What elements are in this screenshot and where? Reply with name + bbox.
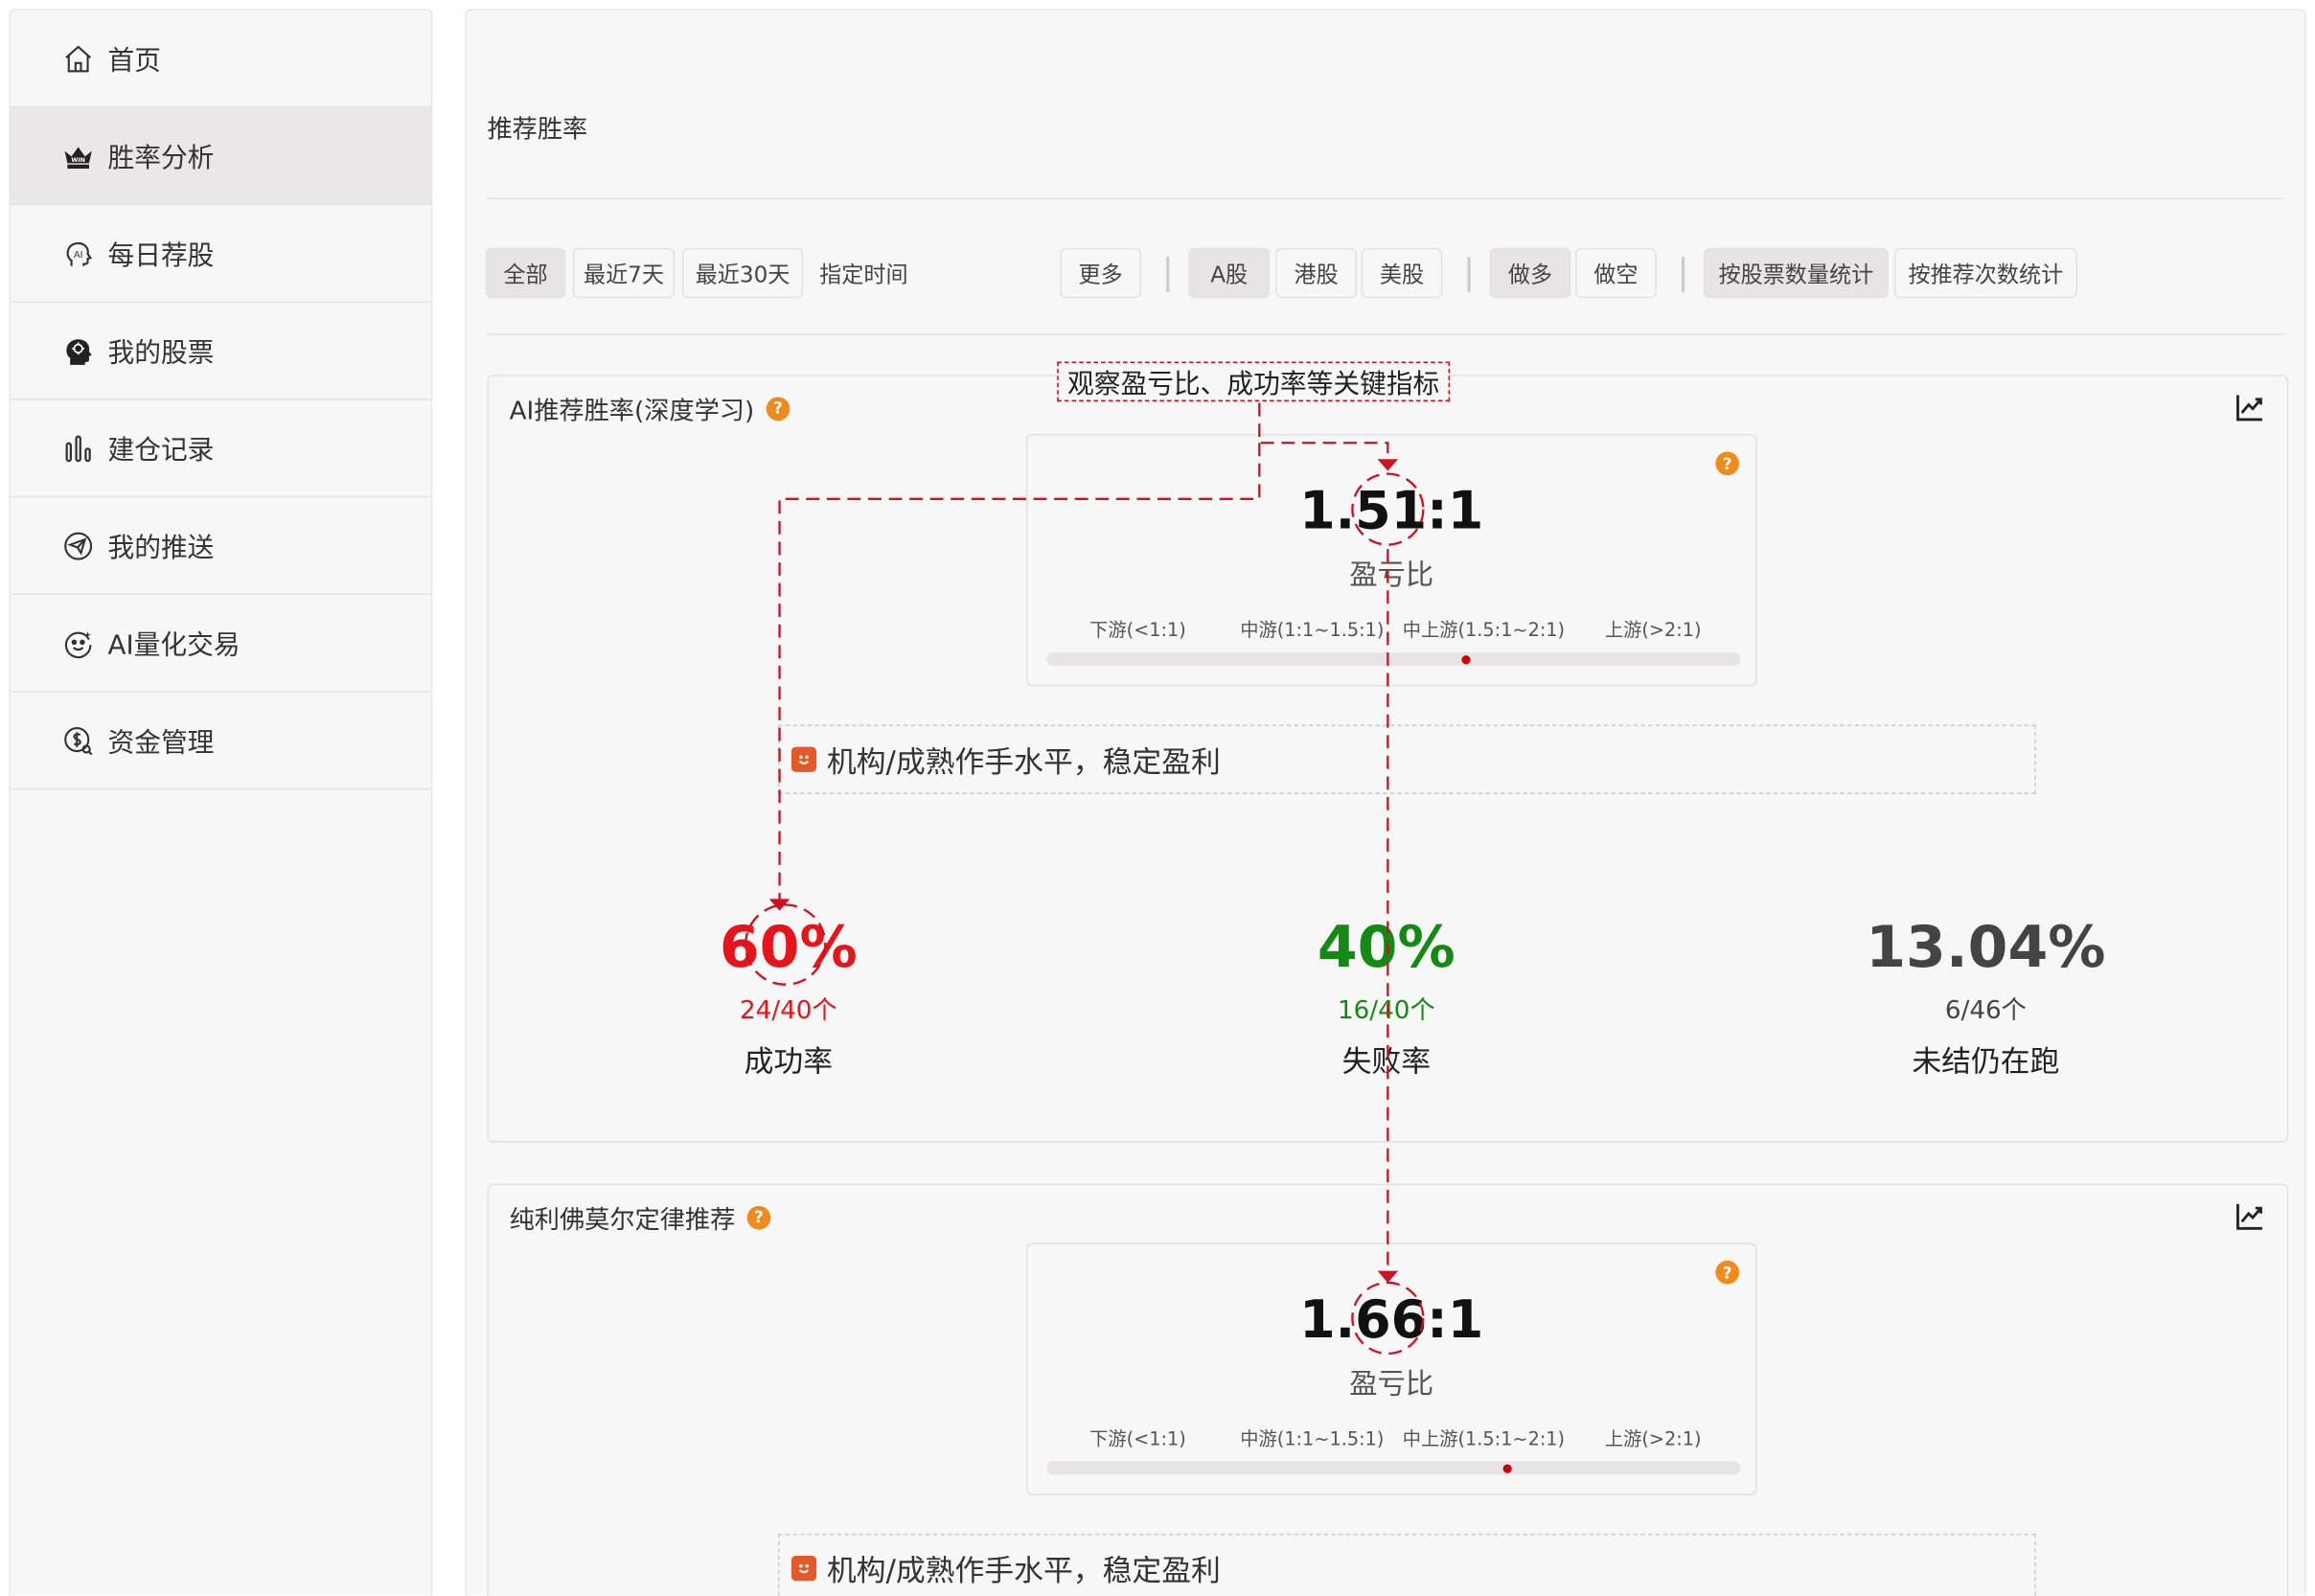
crown-icon: WIN <box>60 138 96 173</box>
profit-loss-ratio-label: 盈亏比 <box>1349 1368 1434 1402</box>
bar-chart-icon <box>60 430 96 466</box>
divider <box>1681 257 1685 293</box>
sidebar-item-label: AI量化交易 <box>107 629 241 661</box>
filter-hk-shares[interactable]: 港股 <box>1275 247 1357 299</box>
ratio-scale-track <box>1046 1461 1741 1475</box>
livermore-card: 纯利佛莫尔定律推荐 ? ? 1.66:1 盈亏比 下游(<1:1) 中游(1:1… <box>487 1183 2289 1596</box>
card-title: 纯利佛莫尔定律推荐 ? <box>510 1198 771 1236</box>
smile-icon <box>791 746 817 772</box>
divider <box>1467 257 1471 293</box>
success-count: 24/40个 <box>739 996 837 1026</box>
divider <box>487 197 2284 200</box>
main-panel: 推荐胜率 全部 最近7天 最近30天 指定时间 更多 A股 港股 美股 做多 做… <box>465 9 2306 1596</box>
sidebar: 首页 WIN 胜率分析 AI 每日荐股 我的股票 建仓记录 我的推送 AI量化交… <box>9 9 433 1596</box>
sidebar-item-positions[interactable]: 建仓记录 <box>10 400 431 498</box>
robot-face-icon <box>60 626 96 661</box>
sidebar-item-home[interactable]: 首页 <box>10 11 431 108</box>
sidebar-item-label: 胜率分析 <box>107 142 215 174</box>
filter-last-30-days[interactable]: 最近30天 <box>681 247 804 299</box>
failure-count: 16/40个 <box>1337 996 1435 1026</box>
scale-label: 上游(>2:1) <box>1604 1426 1702 1450</box>
level-note-text: 机构/成熟作手水平，稳定盈利 <box>826 743 1221 780</box>
profit-loss-ratio-panel: ? 1.51:1 盈亏比 下游(<1:1) 中游(1:1~1.5:1) 中上游(… <box>1025 433 1757 687</box>
filter-custom-time[interactable]: 指定时间 <box>819 248 907 298</box>
scale-label: 上游(>2:1) <box>1604 618 1702 641</box>
svg-text:WIN: WIN <box>71 156 85 163</box>
annotation-label: 观察盈亏比、成功率等关键指标 <box>1057 361 1451 402</box>
sidebar-item-my-stocks[interactable]: 我的股票 <box>10 303 431 400</box>
filter-by-stock-count[interactable]: 按股票数量统计 <box>1704 247 1889 299</box>
sidebar-item-label: 首页 <box>107 44 161 77</box>
open-positions-stat: 13.04% 6/46个 未结仍在跑 <box>1764 915 2207 1081</box>
filter-long[interactable]: 做多 <box>1489 247 1571 299</box>
trend-chart-icon[interactable] <box>2234 1200 2266 1233</box>
home-icon <box>60 40 96 76</box>
success-rate-stat: 60% 24/40个 成功率 <box>567 915 1010 1081</box>
svg-text:AI: AI <box>74 249 83 260</box>
sidebar-item-label: 建仓记录 <box>107 434 215 467</box>
help-icon[interactable]: ? <box>1715 1260 1740 1285</box>
card-title: AI推荐胜率(深度学习) ? <box>509 390 791 427</box>
ratio-marker <box>1461 655 1471 665</box>
level-note: 机构/成熟作手水平，稳定盈利 <box>778 1533 2036 1596</box>
failure-rate-label: 失败率 <box>1341 1043 1432 1080</box>
filter-by-recommendation-count[interactable]: 按推荐次数统计 <box>1893 247 2077 299</box>
ai-head-icon: AI <box>60 236 96 271</box>
profit-loss-ratio-panel: ? 1.66:1 盈亏比 下游(<1:1) 中游(1:1~1.5:1) 中上游(… <box>1025 1243 1757 1495</box>
open-positions-label: 未结仍在跑 <box>1912 1043 2060 1080</box>
scale-label: 下游(<1:1) <box>1089 618 1186 641</box>
level-note-text: 机构/成熟作手水平，稳定盈利 <box>826 1552 1221 1588</box>
card-title-text: 纯利佛莫尔定律推荐 <box>509 1205 736 1236</box>
open-positions-value: 13.04% <box>1866 915 2106 982</box>
profit-loss-ratio-label: 盈亏比 <box>1349 559 1434 592</box>
push-icon <box>60 528 96 563</box>
trend-chart-icon[interactable] <box>2234 391 2266 423</box>
filter-all[interactable]: 全部 <box>485 247 566 299</box>
ratio-marker <box>1502 1464 1512 1473</box>
smile-icon <box>791 1556 817 1582</box>
open-positions-count: 6/46个 <box>1944 996 2027 1026</box>
divider <box>487 333 2284 335</box>
sidebar-item-label: 每日荐股 <box>107 239 215 271</box>
sidebar-item-fund-management[interactable]: 资金管理 <box>10 693 431 790</box>
ai-win-rate-card: AI推荐胜率(深度学习) ? ? 1.51:1 盈亏比 下游(<1:1) 中游(… <box>487 375 2289 1143</box>
scale-label: 中游(1:1~1.5:1) <box>1240 1426 1385 1450</box>
scale-label: 下游(<1:1) <box>1089 1426 1186 1450</box>
help-icon[interactable]: ? <box>1715 451 1740 476</box>
level-note: 机构/成熟作手水平，稳定盈利 <box>778 724 2036 794</box>
ratio-scale-track <box>1046 652 1741 666</box>
filter-last-7-days[interactable]: 最近7天 <box>572 247 676 299</box>
filter-short[interactable]: 做空 <box>1575 247 1657 299</box>
money-search-icon <box>60 722 96 758</box>
scale-label: 中上游(1.5:1~2:1) <box>1402 618 1566 641</box>
success-rate-value: 60% <box>719 915 858 982</box>
filter-us-shares[interactable]: 美股 <box>1361 247 1443 299</box>
sidebar-item-win-rate[interactable]: WIN 胜率分析 <box>10 107 431 206</box>
scale-label: 中游(1:1~1.5:1) <box>1240 618 1385 641</box>
filter-a-shares[interactable]: A股 <box>1188 247 1271 299</box>
card-title-text: AI推荐胜率(深度学习) <box>509 397 755 427</box>
sidebar-item-label: 资金管理 <box>107 726 215 759</box>
failure-rate-value: 40% <box>1317 915 1455 982</box>
success-rate-label: 成功率 <box>744 1043 834 1080</box>
sidebar-item-ai-quant[interactable]: AI量化交易 <box>10 595 431 693</box>
divider <box>1166 257 1170 293</box>
profit-loss-ratio-value: 1.66:1 <box>1299 1291 1484 1351</box>
help-icon[interactable]: ? <box>766 396 791 421</box>
profit-loss-ratio-value: 1.51:1 <box>1299 482 1484 542</box>
sidebar-item-daily-picks[interactable]: AI 每日荐股 <box>10 205 431 303</box>
scale-label: 中上游(1.5:1~2:1) <box>1402 1426 1566 1450</box>
sidebar-item-label: 我的推送 <box>107 532 215 563</box>
failure-rate-stat: 40% 16/40个 失败率 <box>1165 915 1608 1081</box>
brain-head-icon <box>60 332 96 368</box>
sidebar-item-my-push[interactable]: 我的推送 <box>10 497 431 595</box>
help-icon[interactable]: ? <box>746 1205 771 1229</box>
filter-more[interactable]: 更多 <box>1060 247 1142 299</box>
sidebar-item-label: 我的股票 <box>107 337 215 369</box>
page-title: 推荐胜率 <box>487 115 588 145</box>
